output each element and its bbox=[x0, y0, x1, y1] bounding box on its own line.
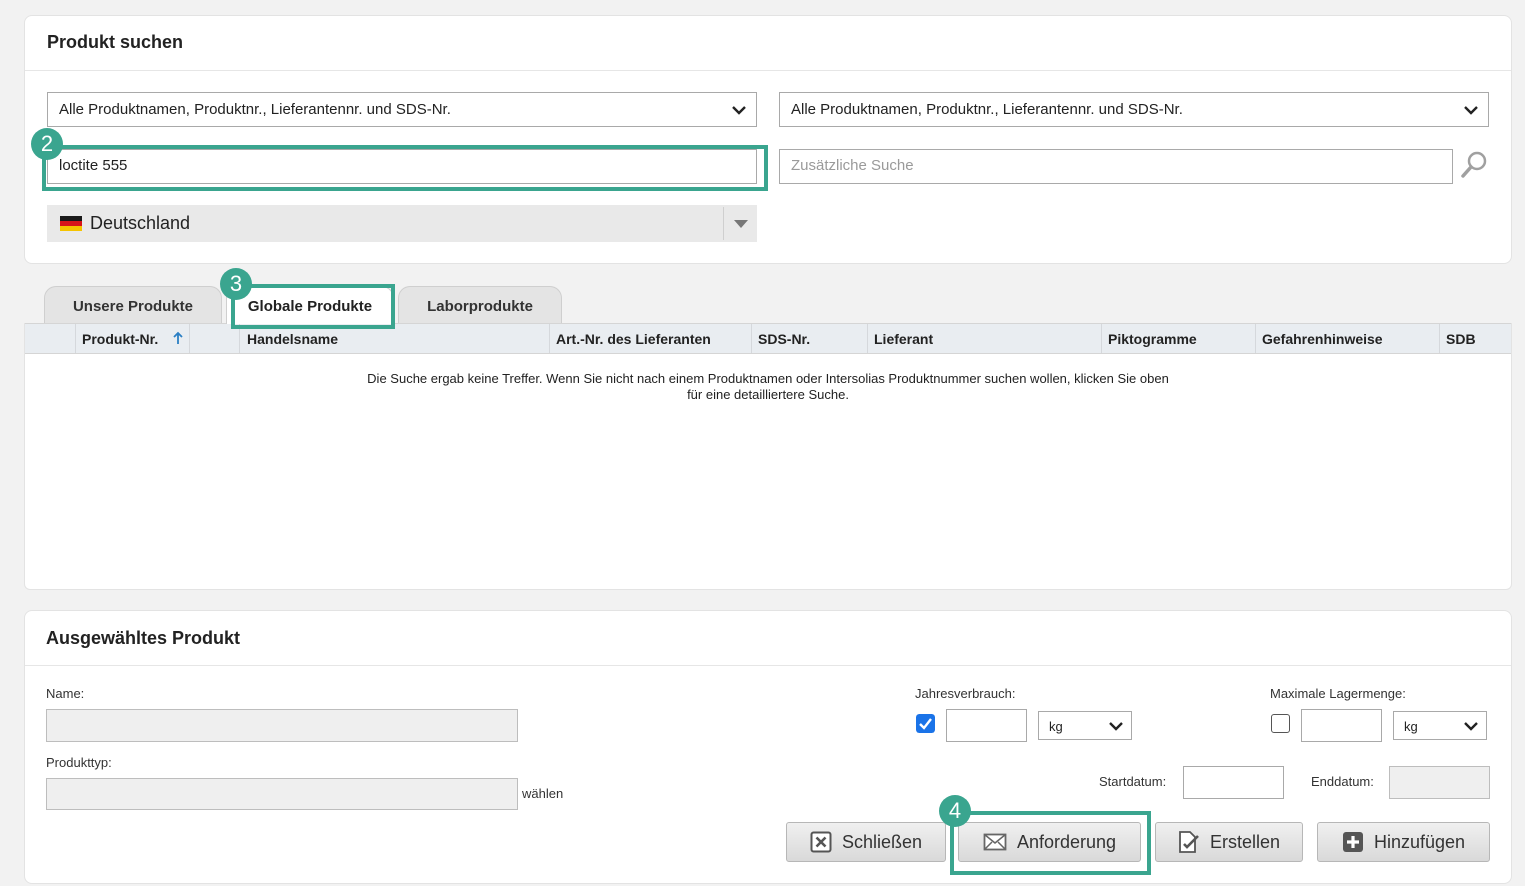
country-select-divider bbox=[723, 207, 724, 240]
additional-search-input[interactable]: Zusätzliche Suche bbox=[779, 149, 1453, 184]
search-panel-divider bbox=[25, 70, 1511, 71]
column-label: SDS-Nr. bbox=[758, 331, 811, 347]
empty-results-message: Die Suche ergab keine Treffer. Wenn Sie … bbox=[320, 371, 1216, 403]
column-header-sdb[interactable]: SDB bbox=[1439, 324, 1509, 353]
step-2-badge: 2 bbox=[31, 128, 63, 160]
column-header-gefahrenhinweise[interactable]: Gefahrenhinweise bbox=[1255, 324, 1439, 353]
column-label: Gefahrenhinweise bbox=[1262, 331, 1383, 347]
scope-select-1-value: Alle Produktnamen, Produktnr., Lieferant… bbox=[59, 101, 451, 118]
close-icon bbox=[810, 831, 832, 853]
plus-icon bbox=[1342, 832, 1363, 852]
max-storage-input[interactable] bbox=[1301, 709, 1382, 742]
results-panel bbox=[24, 323, 1512, 590]
tab-label: Unsere Produkte bbox=[72, 298, 194, 315]
step-4-highlight bbox=[950, 811, 1151, 875]
germany-flag-icon bbox=[60, 216, 82, 231]
create-button-label: Erstellen bbox=[1209, 831, 1281, 852]
tab-unsere-produkte[interactable]: Unsere Produkte bbox=[44, 286, 222, 323]
additional-search-placeholder: Zusätzliche Suche bbox=[791, 157, 914, 174]
scope-select-1[interactable]: Alle Produktnamen, Produktnr., Lieferant… bbox=[47, 92, 757, 127]
country-select-value: Deutschland bbox=[90, 213, 191, 233]
max-unit-value: kg bbox=[1404, 719, 1418, 734]
name-label: Name: bbox=[46, 686, 85, 701]
column-label: Produkt-Nr. bbox=[82, 331, 159, 347]
country-select[interactable]: Deutschland bbox=[47, 205, 757, 242]
column-label: Handelsname bbox=[247, 331, 339, 347]
tab-label: Laborprodukte bbox=[427, 298, 533, 315]
empty-message-line-2: für eine detailliertere Suche. bbox=[687, 387, 849, 402]
step-3-badge: 3 bbox=[220, 268, 252, 300]
create-button[interactable]: Erstellen bbox=[1155, 822, 1303, 862]
start-date-label: Startdatum: bbox=[1099, 774, 1167, 789]
annual-unit-value: kg bbox=[1049, 719, 1063, 734]
column-label: Lieferant bbox=[874, 331, 934, 347]
selected-panel-divider bbox=[25, 665, 1511, 666]
add-button[interactable]: Hinzufügen bbox=[1317, 822, 1490, 862]
column-header-sds-nr[interactable]: SDS-Nr. bbox=[751, 324, 867, 353]
step-3-highlight bbox=[231, 284, 395, 329]
max-unit-select[interactable]: kg bbox=[1393, 711, 1487, 740]
sort-ascending-icon bbox=[173, 331, 183, 344]
annual-unit-select[interactable]: kg bbox=[1038, 711, 1132, 740]
product-type-field[interactable] bbox=[46, 778, 518, 810]
column-header-produkt-nr[interactable]: Produkt-Nr. bbox=[75, 324, 189, 353]
document-edit-icon bbox=[1179, 831, 1199, 853]
column-header-piktogramme[interactable]: Piktogramme bbox=[1101, 324, 1255, 353]
column-label: Art.-Nr. des Lieferanten bbox=[556, 331, 711, 347]
close-button-label: Schließen bbox=[841, 831, 923, 852]
chevron-down-icon bbox=[732, 106, 746, 115]
max-storage-label: Maximale Lagermenge: bbox=[1270, 686, 1406, 701]
column-header-art-nr[interactable]: Art.-Nr. des Lieferanten bbox=[549, 324, 751, 353]
chevron-down-icon bbox=[1464, 722, 1478, 731]
dropdown-triangle-icon bbox=[734, 220, 748, 228]
column-header-lieferant[interactable]: Lieferant bbox=[867, 324, 1101, 353]
annual-consumption-label: Jahresverbrauch: bbox=[915, 686, 1016, 701]
start-date-input[interactable] bbox=[1183, 766, 1284, 799]
annual-consumption-checkbox[interactable] bbox=[916, 714, 935, 733]
max-storage-checkbox[interactable] bbox=[1271, 714, 1290, 733]
add-button-label: Hinzufügen bbox=[1373, 831, 1466, 852]
tab-laborprodukte[interactable]: Laborprodukte bbox=[398, 286, 562, 323]
search-icon[interactable] bbox=[1460, 150, 1488, 180]
selected-product-title: Ausgewähltes Produkt bbox=[46, 628, 241, 648]
column-label: SDB bbox=[1446, 331, 1476, 347]
search-panel-title: Produkt suchen bbox=[47, 32, 184, 52]
column-label: Piktogramme bbox=[1108, 331, 1197, 347]
choose-product-type-link[interactable]: wählen bbox=[522, 786, 563, 801]
chevron-down-icon bbox=[1109, 722, 1123, 731]
product-type-label: Produkttyp: bbox=[46, 755, 112, 770]
scope-select-2[interactable]: Alle Produktnamen, Produktnr., Lieferant… bbox=[779, 92, 1489, 127]
scope-select-2-value: Alle Produktnamen, Produktnr., Lieferant… bbox=[791, 101, 1183, 118]
close-button[interactable]: Schließen bbox=[786, 822, 946, 862]
chevron-down-icon bbox=[1464, 106, 1478, 115]
annual-consumption-input[interactable] bbox=[946, 709, 1027, 742]
empty-message-line-1: Die Suche ergab keine Treffer. Wenn Sie … bbox=[367, 371, 1169, 386]
name-field[interactable] bbox=[46, 709, 518, 742]
step-2-highlight bbox=[42, 145, 768, 191]
end-date-input[interactable] bbox=[1389, 766, 1490, 799]
end-date-label: Enddatum: bbox=[1311, 774, 1374, 789]
step-4-badge: 4 bbox=[939, 795, 971, 827]
